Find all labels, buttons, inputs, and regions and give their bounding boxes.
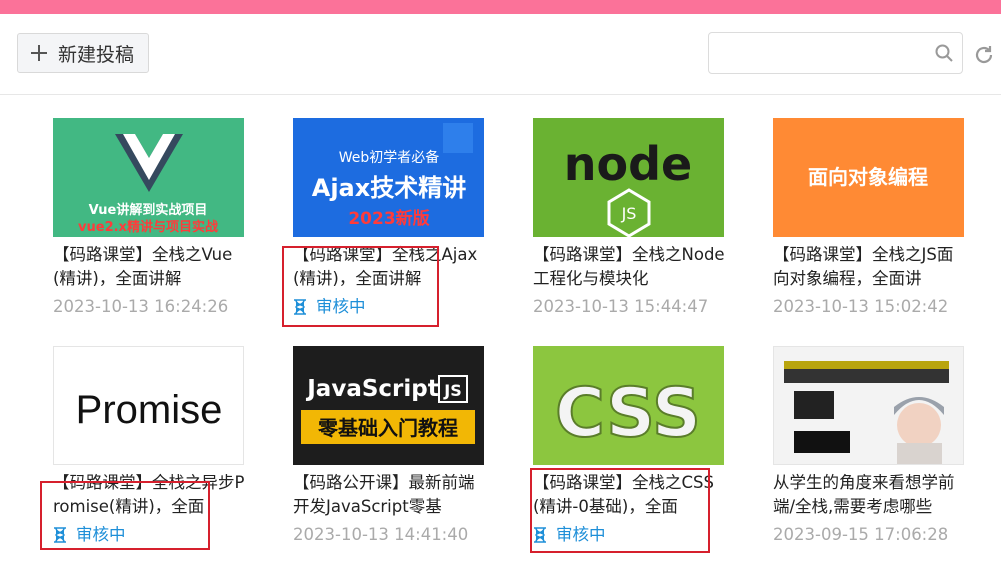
- promise-cover-image: Promise: [76, 388, 223, 432]
- video-title[interactable]: 【码路课堂】全栈之Node工程化与模块化: [533, 243, 725, 291]
- video-card[interactable]: JavaScript JS 零基础入门教程 【码路公开课】最新前端开发JavaS…: [293, 346, 485, 547]
- search-box: [708, 32, 963, 74]
- video-date: 2023-10-13 14:41:40: [293, 525, 469, 544]
- video-thumbnail[interactable]: JavaScript JS 零基础入门教程: [293, 346, 484, 465]
- video-date: 2023-10-13 15:02:42: [773, 297, 949, 316]
- search-input[interactable]: [719, 41, 928, 67]
- video-thumbnail[interactable]: [773, 346, 964, 465]
- oop-cover-image: 面向对象编程: [808, 165, 928, 189]
- highlight-box: [282, 246, 439, 327]
- student-cover-image: [784, 361, 949, 464]
- new-post-button[interactable]: 新建投稿: [17, 33, 149, 73]
- video-title[interactable]: 【码路公开课】最新前端开发JavaScript零基: [293, 471, 485, 519]
- node-cover-image: node JS: [564, 137, 692, 237]
- video-thumbnail[interactable]: Web初学者必备 Ajax技术精讲 2023新版: [293, 118, 484, 237]
- video-thumbnail[interactable]: Promise: [53, 346, 244, 465]
- search-icon[interactable]: [934, 43, 954, 63]
- thumb-line2: 零基础入门教程: [317, 416, 458, 440]
- javascript-cover-image: JavaScript JS 零基础入门教程: [301, 375, 475, 444]
- new-post-label: 新建投稿: [58, 43, 135, 66]
- thumb-line2: vue2.x精讲与项目实战: [78, 219, 218, 235]
- thumb-line1: 面向对象编程: [808, 165, 928, 189]
- video-title[interactable]: 从学生的角度来看想学前端/全栈,需要考虑哪些: [773, 471, 965, 519]
- video-date: 2023-10-13 15:44:47: [533, 297, 709, 316]
- plus-icon: [28, 42, 50, 64]
- thumb-line1: JavaScript: [305, 376, 438, 402]
- video-card[interactable]: 面向对象编程 【码路课堂】全栈之JS面向对象编程，全面讲 2023-10-13 …: [773, 118, 965, 319]
- video-card[interactable]: Vue讲解到实战项目 vue2.x精讲与项目实战 【码路课堂】全栈之Vue(精讲…: [53, 118, 245, 319]
- top-accent-bar: [0, 0, 1001, 14]
- video-date: 2023-09-15 17:06:28: [773, 525, 949, 544]
- vue-logo-image: Vue讲解到实战项目 vue2.x精讲与项目实战: [78, 134, 218, 235]
- video-date: 2023-10-13 16:24:26: [53, 297, 229, 316]
- video-thumbnail[interactable]: CSS: [533, 346, 724, 465]
- highlight-box: [530, 468, 710, 553]
- thumb-badge: JS: [621, 204, 637, 223]
- thumb-line1: CSS: [555, 374, 701, 453]
- video-thumbnail[interactable]: node JS: [533, 118, 724, 237]
- css-cover-image: CSS: [554, 373, 702, 454]
- video-title[interactable]: 【码路课堂】全栈之Vue(精讲)，全面讲解: [53, 243, 245, 291]
- thumb-line1: Vue讲解到实战项目: [89, 202, 208, 218]
- video-card[interactable]: 从学生的角度来看想学前端/全栈,需要考虑哪些 2023-09-15 17:06:…: [773, 346, 965, 547]
- ajax-cover-image: Web初学者必备 Ajax技术精讲 2023新版: [293, 118, 484, 237]
- refresh-icon[interactable]: [972, 43, 996, 67]
- video-thumbnail[interactable]: 面向对象编程: [773, 118, 964, 237]
- video-thumbnail[interactable]: Vue讲解到实战项目 vue2.x精讲与项目实战: [53, 118, 244, 237]
- video-title[interactable]: 【码路课堂】全栈之JS面向对象编程，全面讲: [773, 243, 965, 291]
- thumb-line1: Promise: [76, 388, 223, 432]
- highlight-box: [40, 481, 210, 550]
- thumb-badge: JS: [443, 381, 461, 400]
- thumb-line3: 2023新版: [348, 208, 429, 229]
- thumb-line1: Web初学者必备: [339, 149, 440, 166]
- thumb-logo: node: [564, 137, 692, 191]
- video-card[interactable]: node JS 【码路课堂】全栈之Node工程化与模块化 2023-10-13 …: [533, 118, 725, 319]
- thumb-line2: Ajax技术精讲: [312, 174, 466, 202]
- toolbar: 新建投稿: [0, 14, 1001, 95]
